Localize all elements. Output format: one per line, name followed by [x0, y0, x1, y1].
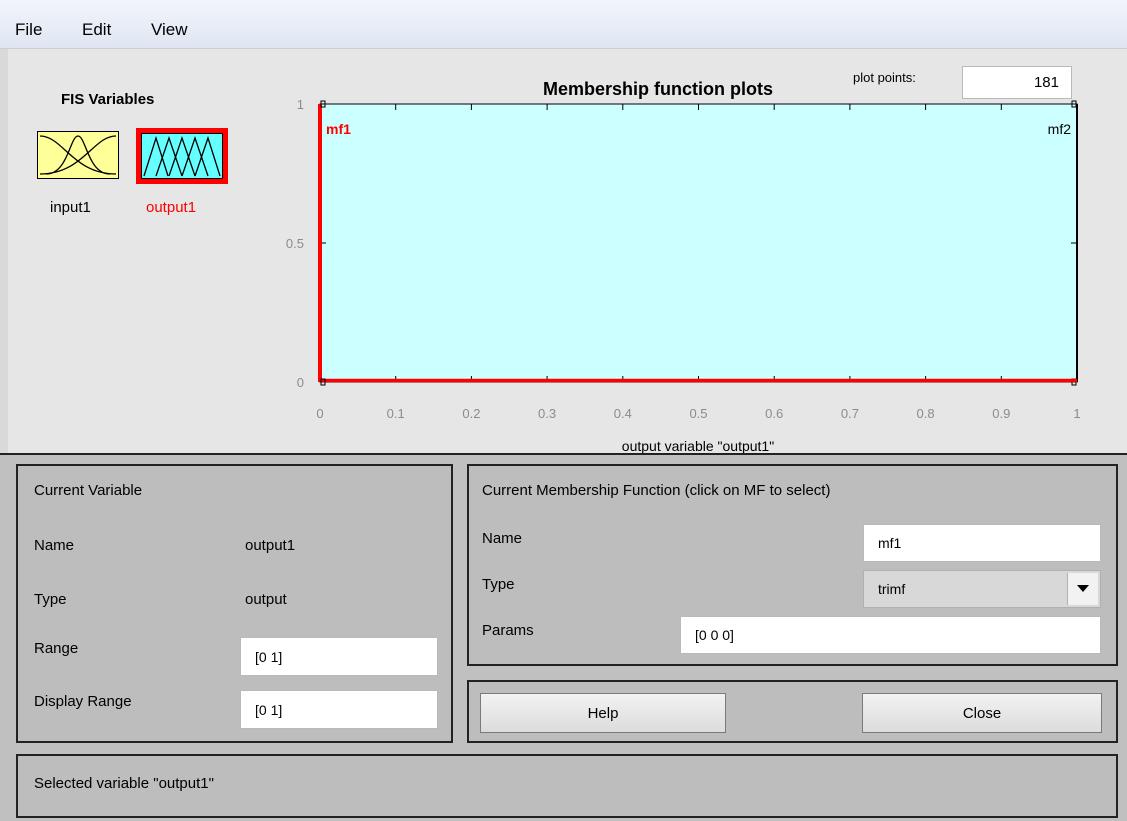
mf-name-input[interactable]: mf1: [863, 524, 1101, 562]
x-tick-label: 0.8: [917, 406, 935, 421]
menu-edit[interactable]: Edit: [82, 20, 111, 40]
current-variable-header: Current Variable: [34, 482, 143, 499]
current-mf-panel: Current Membership Function (click on MF…: [467, 464, 1118, 666]
x-tick-label: 0.3: [538, 406, 556, 421]
x-tick-label: 0.6: [765, 406, 783, 421]
variable-type-label: Type: [34, 591, 67, 608]
y-tick-label: 0.5: [286, 236, 304, 251]
x-tick-label: 0.1: [387, 406, 405, 421]
variable-type-value: output: [245, 591, 287, 608]
plot-xlabel: output variable "output1": [622, 438, 774, 453]
chevron-down-icon[interactable]: [1067, 573, 1098, 605]
x-tick-label: 0.4: [614, 406, 632, 421]
x-tick-label: 0.5: [689, 406, 707, 421]
plot-area[interactable]: [319, 103, 1078, 383]
buttons-panel: Help Close: [467, 680, 1118, 743]
bottom-area: Current Variable Name output1 Type outpu…: [0, 453, 1127, 821]
mf-params-input[interactable]: [0 0 0]: [680, 616, 1101, 654]
mf-name-label: Name: [482, 530, 523, 547]
y-tick-label: 0: [297, 375, 304, 390]
help-button[interactable]: Help: [480, 693, 726, 733]
close-button[interactable]: Close: [862, 693, 1102, 733]
x-tick-label: 0.2: [462, 406, 480, 421]
y-tick-label: 1: [297, 97, 304, 112]
x-tick-label: 0.7: [841, 406, 859, 421]
x-tick-label: 0.9: [992, 406, 1010, 421]
membership-function-plot[interactable]: 0 0.1 0.2 0.3 0.4 0.5 0.6 0.7 0.8 0.9 1 0 0.5 1 mf2 mf…: [8, 49, 1127, 453]
variable-range-label: Range: [34, 640, 79, 657]
variable-range-input[interactable]: [0 1]: [240, 637, 438, 676]
variable-name-label: Name: [34, 537, 75, 554]
menu-file[interactable]: File: [15, 20, 42, 40]
mf-type-select[interactable]: trimf: [863, 570, 1101, 608]
variable-name-value: output1: [245, 537, 296, 554]
status-text: Selected variable "output1": [34, 775, 214, 792]
menu-view[interactable]: View: [151, 20, 188, 40]
mf-type-value: trimf: [878, 581, 906, 597]
mf-type-label: Type: [482, 576, 515, 593]
display-range-label: Display Range: [34, 693, 132, 710]
menu-bar: File Edit View: [0, 0, 1127, 49]
current-mf-header: Current Membership Function (click on MF…: [482, 482, 831, 499]
mf-label-mf1[interactable]: mf1: [326, 121, 351, 137]
x-tick-label: 0: [316, 406, 323, 421]
current-variable-panel: Current Variable Name output1 Type outpu…: [16, 464, 453, 743]
fis-top-area: FIS Variables input1 output1 Membership …: [8, 49, 1127, 453]
status-bar: Selected variable "output1": [16, 754, 1118, 818]
x-tick-label: 1: [1073, 406, 1080, 421]
display-range-input[interactable]: [0 1]: [240, 690, 438, 729]
mf-params-label: Params: [482, 622, 534, 639]
mf-label-mf2[interactable]: mf2: [1048, 121, 1072, 137]
